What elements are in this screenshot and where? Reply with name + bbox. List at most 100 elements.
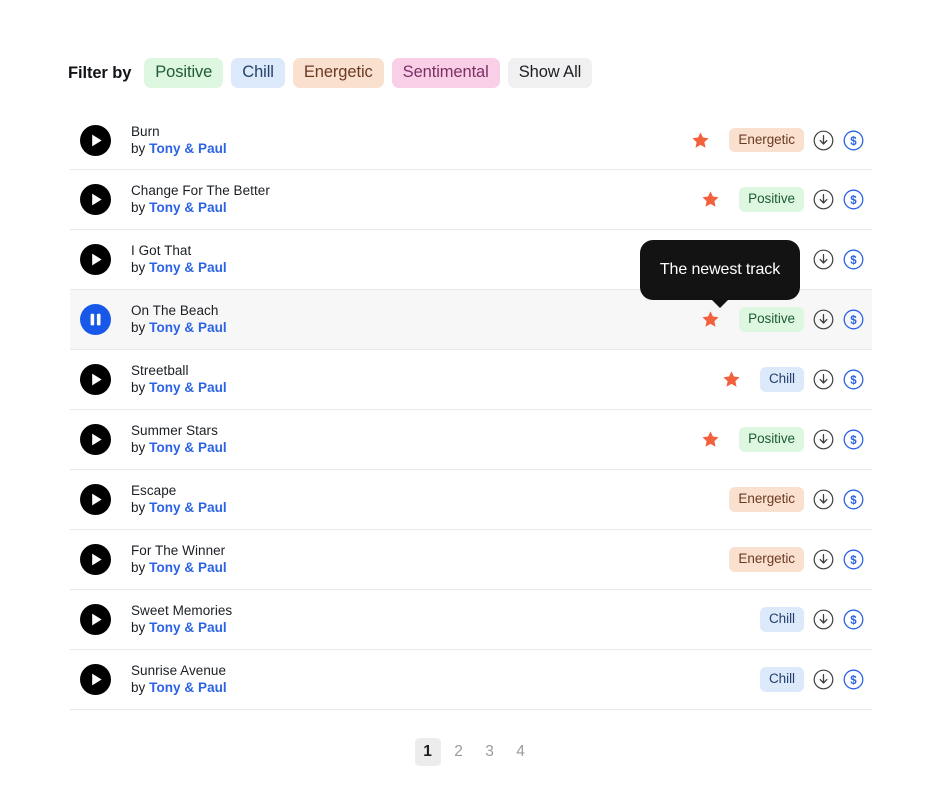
track-byline: by Tony & Paul [131, 380, 722, 396]
track-meta: Summer Starsby Tony & Paul [131, 423, 701, 456]
download-icon[interactable] [813, 549, 834, 570]
star-icon[interactable] [701, 190, 725, 209]
mood-tag[interactable]: Chill [760, 607, 804, 632]
track-artist-link[interactable]: Tony & Paul [149, 440, 227, 455]
track-title: Sunrise Avenue [131, 663, 760, 679]
byline-prefix: by [131, 680, 145, 695]
track-list: Burnby Tony & PaulEnergetic$Change For T… [70, 110, 872, 710]
track-row[interactable]: Change For The Betterby Tony & PaulPosit… [70, 170, 872, 230]
track-artist-link[interactable]: Tony & Paul [149, 500, 227, 515]
mood-tag[interactable]: Energetic [729, 547, 804, 572]
dollar-icon[interactable]: $ [843, 249, 864, 270]
track-artist-link[interactable]: Tony & Paul [149, 380, 227, 395]
track-artist-link[interactable]: Tony & Paul [149, 200, 227, 215]
download-icon[interactable] [813, 609, 834, 630]
mood-tag[interactable]: Chill [760, 367, 804, 392]
byline-prefix: by [131, 380, 145, 395]
track-artist-link[interactable]: Tony & Paul [149, 260, 227, 275]
dollar-icon[interactable]: $ [843, 549, 864, 570]
download-icon[interactable] [813, 130, 834, 151]
track-title: Burn [131, 124, 691, 140]
dollar-icon[interactable]: $ [843, 669, 864, 690]
download-icon[interactable] [813, 309, 834, 330]
track-row[interactable]: Escapeby Tony & PaulEnergetic$ [70, 470, 872, 530]
dollar-icon[interactable]: $ [843, 489, 864, 510]
track-meta: On The Beachby Tony & Paul [131, 303, 701, 336]
download-icon[interactable] [813, 369, 834, 390]
filter-chip-sentimental[interactable]: Sentimental [392, 58, 500, 88]
pagination-page-4[interactable]: 4 [508, 738, 534, 766]
filter-chip-positive[interactable]: Positive [144, 58, 223, 88]
track-row[interactable]: For The Winnerby Tony & PaulEnergetic$ [70, 530, 872, 590]
track-artist-link[interactable]: Tony & Paul [149, 141, 227, 156]
mood-tag[interactable]: Chill [760, 667, 804, 692]
track-artist-link[interactable]: Tony & Paul [149, 680, 227, 695]
track-row[interactable]: Streetballby Tony & Paul Chill $ [70, 350, 872, 410]
track-actions: Positive $ [701, 187, 870, 212]
download-icon[interactable] [813, 249, 834, 270]
star-icon[interactable] [722, 370, 746, 389]
byline-prefix: by [131, 500, 145, 515]
dollar-icon[interactable]: $ [843, 309, 864, 330]
play-button[interactable] [80, 544, 111, 575]
play-button[interactable] [80, 125, 111, 156]
download-icon[interactable] [813, 669, 834, 690]
dollar-icon[interactable]: $ [843, 609, 864, 630]
play-button[interactable] [80, 364, 111, 395]
track-row[interactable]: I Got Thatby Tony & Paul $ [70, 230, 872, 290]
track-title: Escape [131, 483, 729, 499]
play-button[interactable] [80, 664, 111, 695]
play-button[interactable] [80, 424, 111, 455]
mood-tag[interactable]: Energetic [729, 487, 804, 512]
track-byline: by Tony & Paul [131, 260, 813, 276]
track-actions: Energetic $ [729, 487, 870, 512]
pagination-page-3[interactable]: 3 [477, 738, 503, 766]
dollar-icon[interactable]: $ [843, 429, 864, 450]
track-meta: Escapeby Tony & Paul [131, 483, 729, 516]
byline-prefix: by [131, 560, 145, 575]
track-title: On The Beach [131, 303, 701, 319]
play-button[interactable] [80, 244, 111, 275]
track-row[interactable]: On The Beachby Tony & Paul Positive $ [70, 290, 872, 350]
mood-tag[interactable]: Positive [739, 187, 804, 212]
track-artist-link[interactable]: Tony & Paul [149, 620, 227, 635]
svg-text:$: $ [850, 135, 857, 147]
dollar-icon[interactable]: $ [843, 369, 864, 390]
track-title: I Got That [131, 243, 813, 259]
mood-tag[interactable]: Positive [739, 427, 804, 452]
play-button[interactable] [80, 184, 111, 215]
play-button[interactable] [80, 484, 111, 515]
filter-chip-energetic[interactable]: Energetic [293, 58, 384, 88]
track-meta: Sunrise Avenueby Tony & Paul [131, 663, 760, 696]
star-icon[interactable] [691, 131, 715, 150]
star-icon[interactable] [701, 310, 725, 329]
svg-text:$: $ [850, 255, 857, 267]
download-icon[interactable] [813, 429, 834, 450]
track-row[interactable]: Sunrise Avenueby Tony & PaulChill$ [70, 650, 872, 710]
pagination-page-1[interactable]: 1 [415, 738, 441, 766]
download-icon[interactable] [813, 189, 834, 210]
byline-prefix: by [131, 141, 145, 156]
star-icon[interactable] [701, 430, 725, 449]
dollar-icon[interactable]: $ [843, 189, 864, 210]
filter-chip-chill[interactable]: Chill [231, 58, 285, 88]
track-byline: by Tony & Paul [131, 620, 760, 636]
track-meta: Streetballby Tony & Paul [131, 363, 722, 396]
pause-button[interactable] [80, 304, 111, 335]
mood-tag[interactable]: Energetic [729, 128, 804, 153]
track-artist-link[interactable]: Tony & Paul [149, 320, 227, 335]
mood-tag[interactable]: Positive [739, 307, 804, 332]
dollar-icon[interactable]: $ [843, 130, 864, 151]
play-button[interactable] [80, 604, 111, 635]
track-row[interactable]: Sweet Memoriesby Tony & PaulChill$ [70, 590, 872, 650]
track-row[interactable]: Summer Starsby Tony & Paul Positive $ [70, 410, 872, 470]
track-actions: $ [813, 249, 870, 270]
filter-chip-show-all[interactable]: Show All [508, 58, 593, 88]
track-row[interactable]: Burnby Tony & Paul Energetic $ [70, 110, 872, 170]
pagination-page-2[interactable]: 2 [446, 738, 472, 766]
track-title: Streetball [131, 363, 722, 379]
track-artist-link[interactable]: Tony & Paul [149, 560, 227, 575]
download-icon[interactable] [813, 489, 834, 510]
track-byline: by Tony & Paul [131, 200, 701, 216]
track-title: Change For The Better [131, 183, 701, 199]
